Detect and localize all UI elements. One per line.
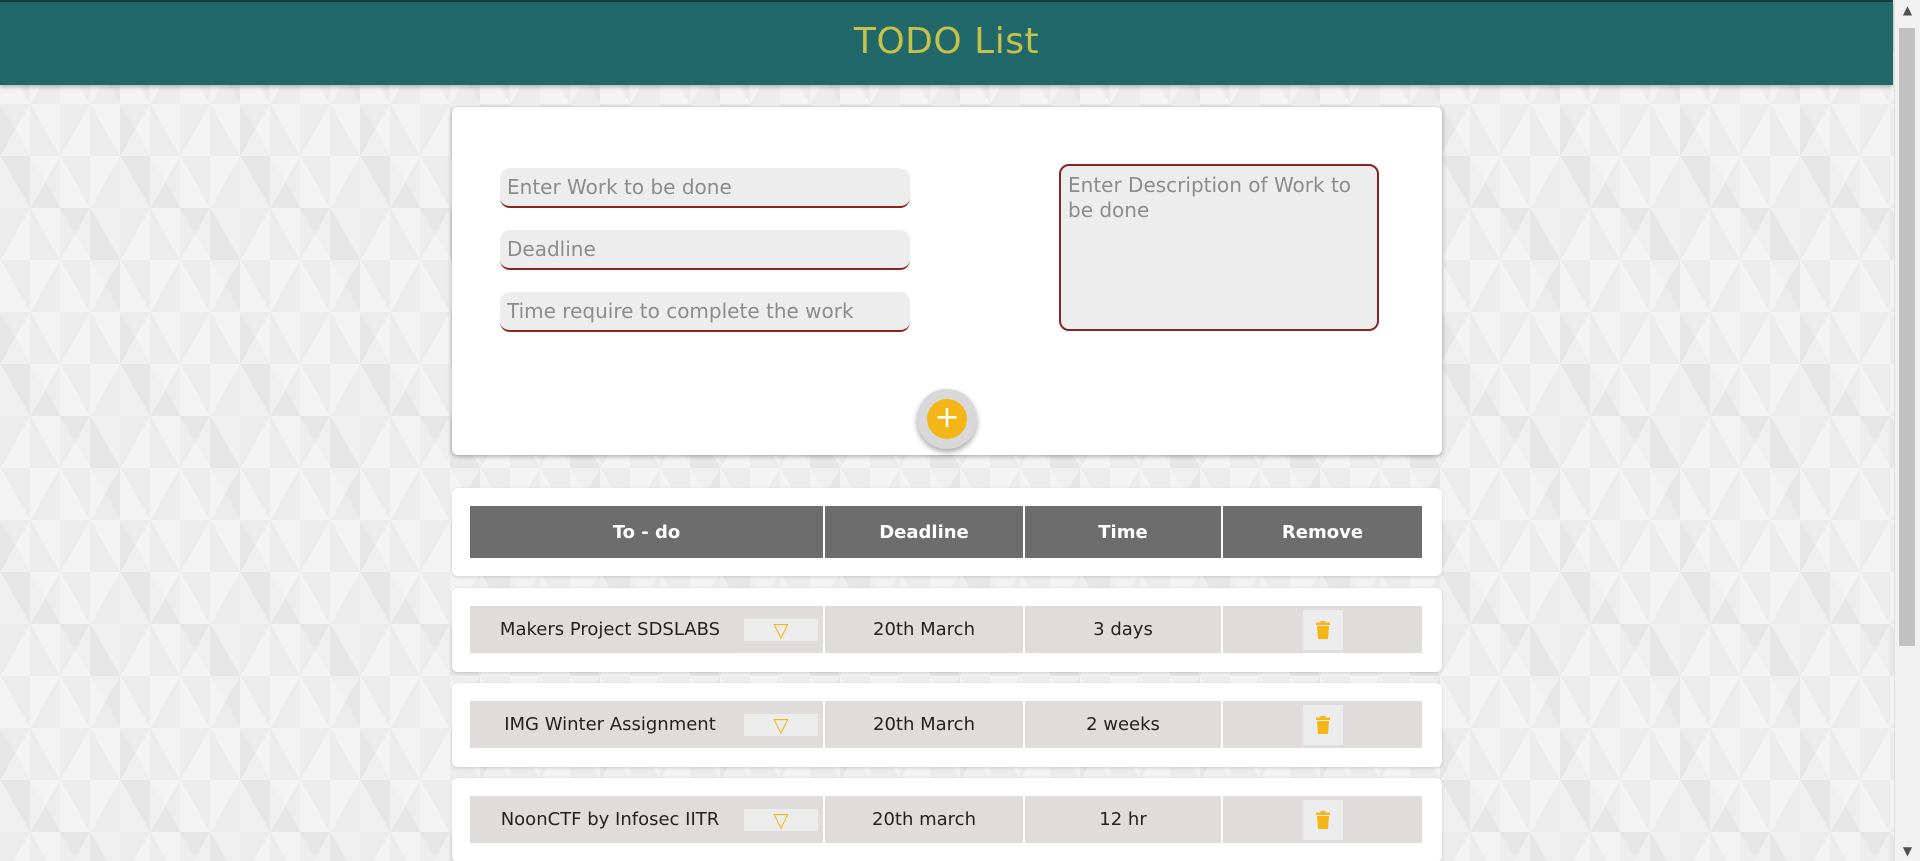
description-textarea[interactable] <box>1059 164 1379 331</box>
vertical-scrollbar[interactable]: ▲ ▼ <box>1894 0 1920 861</box>
app-header: TODO List <box>0 0 1893 85</box>
table-header: To - do Deadline Time Remove <box>452 488 1442 576</box>
expand-triangle-icon[interactable]: ▽ <box>744 619 818 641</box>
work-input[interactable] <box>500 168 910 208</box>
column-header-todo: To - do <box>470 506 823 558</box>
table-row: NoonCTF by Infosec IITR ▽ 20th march 12 … <box>452 778 1442 861</box>
trash-icon[interactable] <box>1302 609 1343 650</box>
scroll-down-arrow-icon[interactable]: ▼ <box>1895 841 1920 861</box>
task-name: Makers Project SDSLABS <box>499 619 721 640</box>
remove-cell <box>1223 606 1422 653</box>
column-header-time: Time <box>1025 506 1221 558</box>
scrollbar-thumb[interactable] <box>1899 28 1915 646</box>
column-header-remove: Remove <box>1223 506 1422 558</box>
column-header-deadline: Deadline <box>825 506 1023 558</box>
time-cell: 3 days <box>1025 606 1221 653</box>
deadline-cell: 20th March <box>825 606 1023 653</box>
deadline-input[interactable] <box>500 230 910 270</box>
add-button-container: + <box>917 389 977 449</box>
task-cell: Makers Project SDSLABS ▽ <box>470 606 823 653</box>
expand-triangle-icon[interactable]: ▽ <box>744 714 818 736</box>
task-cell: IMG Winter Assignment ▽ <box>470 701 823 748</box>
task-name: IMG Winter Assignment <box>504 714 716 735</box>
trash-icon[interactable] <box>1302 799 1343 840</box>
table-row: Makers Project SDSLABS ▽ 20th March 3 da… <box>452 588 1442 672</box>
deadline-cell: 20th March <box>825 701 1023 748</box>
trash-icon[interactable] <box>1302 704 1343 745</box>
add-task-form: + <box>452 107 1442 455</box>
deadline-cell: 20th march <box>825 796 1023 843</box>
scroll-up-arrow-icon[interactable]: ▲ <box>1895 0 1920 20</box>
task-name: NoonCTF by Infosec IITR <box>500 809 720 830</box>
time-cell: 2 weeks <box>1025 701 1221 748</box>
table-row: IMG Winter Assignment ▽ 20th March 2 wee… <box>452 683 1442 767</box>
task-cell: NoonCTF by Infosec IITR ▽ <box>470 796 823 843</box>
time-input[interactable] <box>500 292 910 332</box>
remove-cell <box>1223 796 1422 843</box>
add-task-button[interactable]: + <box>927 399 967 439</box>
expand-triangle-icon[interactable]: ▽ <box>744 809 818 831</box>
page-title: TODO List <box>853 21 1040 62</box>
remove-cell <box>1223 701 1422 748</box>
time-cell: 12 hr <box>1025 796 1221 843</box>
